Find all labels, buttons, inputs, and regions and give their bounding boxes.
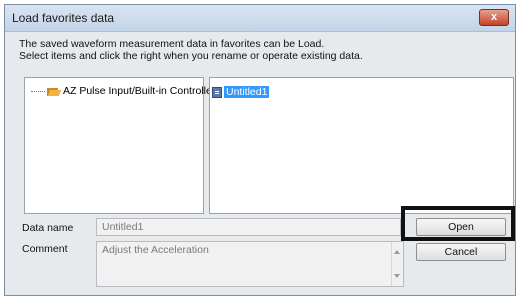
comment-field[interactable]: Adjust the Acceleration bbox=[96, 241, 404, 287]
title-bar: Load favorites data x bbox=[5, 5, 515, 32]
tree-connector bbox=[31, 90, 45, 92]
scroll-down-icon[interactable] bbox=[394, 274, 400, 278]
description-line-1: The saved waveform measurement data in f… bbox=[19, 38, 325, 50]
load-favorites-dialog: Load favorites data x The saved waveform… bbox=[4, 4, 516, 296]
list-item-label: Untitled1 bbox=[224, 86, 270, 98]
data-name-label: Data name bbox=[22, 222, 74, 234]
cancel-button[interactable]: Cancel bbox=[416, 243, 506, 261]
comment-scrollbar[interactable] bbox=[391, 242, 403, 286]
description-line-2: Select items and click the right when yo… bbox=[19, 50, 363, 62]
comment-value: Adjust the Acceleration bbox=[102, 244, 209, 256]
tree-item-az-pulse[interactable]: AZ Pulse Input/Built-in Controller bbox=[31, 85, 215, 97]
scroll-up-icon[interactable] bbox=[394, 250, 400, 254]
tree-item-label: AZ Pulse Input/Built-in Controller bbox=[63, 85, 216, 97]
list-item[interactable]: Untitled1 bbox=[212, 86, 270, 98]
file-icon bbox=[212, 86, 222, 98]
close-icon: x bbox=[490, 11, 498, 23]
dialog-title: Load favorites data bbox=[12, 11, 115, 25]
favorites-list[interactable]: Untitled1 bbox=[209, 77, 514, 214]
data-name-field[interactable]: Untitled1 bbox=[96, 218, 401, 236]
category-tree[interactable]: AZ Pulse Input/Built-in Controller bbox=[24, 77, 215, 214]
comment-label: Comment bbox=[22, 243, 68, 255]
close-button[interactable]: x bbox=[479, 9, 509, 26]
folder-icon bbox=[47, 87, 62, 96]
dialog-description: The saved waveform measurement data in f… bbox=[19, 38, 363, 62]
data-name-value: Untitled1 bbox=[102, 221, 144, 233]
open-button-highlight bbox=[401, 206, 515, 241]
